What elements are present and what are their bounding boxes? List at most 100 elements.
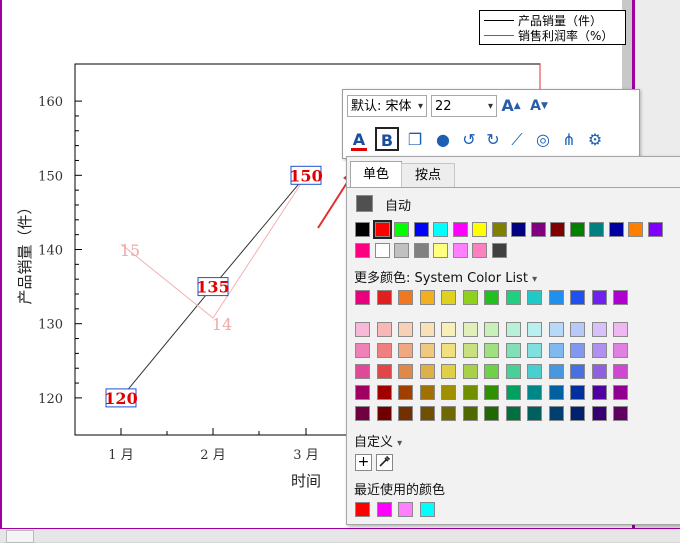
- color-swatch[interactable]: [441, 322, 456, 337]
- color-swatch[interactable]: [591, 322, 607, 337]
- color-swatch[interactable]: [376, 322, 392, 337]
- hide-button[interactable]: ◎: [531, 128, 555, 152]
- color-swatch[interactable]: [548, 385, 564, 400]
- color-swatch[interactable]: [591, 364, 607, 379]
- line-tool-button[interactable]: ⟋: [505, 128, 529, 152]
- color-swatch[interactable]: [548, 406, 564, 421]
- color-swatch[interactable]: [613, 343, 628, 358]
- color-swatch[interactable]: [355, 222, 370, 237]
- color-swatch[interactable]: [413, 222, 429, 237]
- color-swatch[interactable]: [608, 222, 624, 237]
- color-swatch[interactable]: [505, 290, 521, 305]
- fill-color-button[interactable]: ●: [431, 128, 455, 152]
- color-swatch[interactable]: [505, 322, 521, 337]
- color-swatch[interactable]: [484, 406, 499, 421]
- color-swatch[interactable]: [452, 222, 468, 237]
- color-swatch[interactable]: [472, 243, 487, 258]
- color-swatch[interactable]: [441, 406, 456, 421]
- connect-button[interactable]: ⋔: [557, 128, 581, 152]
- color-swatch[interactable]: [530, 222, 546, 237]
- color-swatch[interactable]: [570, 290, 585, 305]
- color-swatch[interactable]: [484, 290, 499, 305]
- color-swatch[interactable]: [394, 222, 409, 237]
- color-swatch[interactable]: [419, 406, 435, 421]
- color-swatch[interactable]: [647, 222, 663, 237]
- color-swatch[interactable]: [376, 290, 392, 305]
- color-swatch[interactable]: [355, 385, 370, 400]
- color-swatch[interactable]: [413, 243, 429, 258]
- color-swatch[interactable]: [484, 343, 499, 358]
- color-swatch[interactable]: [462, 406, 478, 421]
- color-swatch[interactable]: [355, 343, 370, 358]
- color-swatch[interactable]: [355, 290, 370, 305]
- color-swatch[interactable]: [548, 343, 564, 358]
- color-swatch[interactable]: [505, 406, 521, 421]
- auto-color-swatch[interactable]: [356, 195, 373, 212]
- color-swatch[interactable]: [548, 364, 564, 379]
- color-swatch[interactable]: [589, 222, 604, 237]
- color-swatch[interactable]: [505, 385, 521, 400]
- color-swatch[interactable]: [462, 322, 478, 337]
- color-swatch[interactable]: [628, 222, 643, 237]
- color-swatch[interactable]: [613, 406, 628, 421]
- color-swatch[interactable]: [355, 364, 370, 379]
- color-swatch[interactable]: [591, 385, 607, 400]
- more-colors-label[interactable]: 更多颜色: System Color List ▾: [354, 267, 537, 286]
- color-swatch[interactable]: [613, 385, 628, 400]
- color-swatch[interactable]: [570, 343, 585, 358]
- font-color-button[interactable]: A: [347, 128, 371, 152]
- color-swatch[interactable]: [484, 322, 499, 337]
- color-swatch[interactable]: [484, 364, 499, 379]
- color-swatch[interactable]: [484, 385, 499, 400]
- copy-format-button[interactable]: ❐: [403, 128, 427, 152]
- color-swatch[interactable]: [550, 222, 565, 237]
- color-swatch[interactable]: [433, 243, 448, 258]
- color-swatch[interactable]: [462, 364, 478, 379]
- color-swatch[interactable]: [591, 343, 607, 358]
- color-swatch[interactable]: [398, 322, 413, 337]
- color-swatch[interactable]: [613, 322, 628, 337]
- color-swatch[interactable]: [398, 343, 413, 358]
- color-swatch[interactable]: [374, 243, 390, 258]
- chart-legend[interactable]: 产品销量（件） 销售利润率（%）: [479, 10, 626, 45]
- color-swatch[interactable]: [527, 343, 542, 358]
- color-swatch[interactable]: [355, 243, 370, 258]
- color-swatch[interactable]: [441, 385, 456, 400]
- color-swatch[interactable]: [472, 222, 487, 237]
- color-swatch[interactable]: [398, 290, 413, 305]
- color-swatch[interactable]: [569, 222, 585, 237]
- tab-by-point[interactable]: 按点: [401, 163, 455, 188]
- font-size-select[interactable]: 22 ▾: [431, 95, 497, 117]
- color-swatch[interactable]: [419, 290, 435, 305]
- color-swatch[interactable]: [491, 243, 507, 258]
- color-swatch[interactable]: [452, 243, 468, 258]
- color-swatch[interactable]: [527, 290, 542, 305]
- settings-button[interactable]: ⚙: [583, 128, 607, 152]
- color-swatch[interactable]: [570, 322, 585, 337]
- color-swatch[interactable]: [441, 364, 456, 379]
- color-swatch[interactable]: [462, 343, 478, 358]
- color-swatch[interactable]: [441, 290, 456, 305]
- color-swatch[interactable]: [548, 290, 564, 305]
- color-swatch[interactable]: [398, 406, 413, 421]
- color-swatch[interactable]: [570, 406, 585, 421]
- auto-color-label[interactable]: 自动: [385, 195, 411, 214]
- color-swatch[interactable]: [398, 385, 413, 400]
- color-swatch[interactable]: [591, 290, 607, 305]
- rotate-right-button[interactable]: ↻: [481, 128, 505, 152]
- color-swatch[interactable]: [462, 290, 478, 305]
- color-swatch[interactable]: [376, 385, 392, 400]
- color-swatch[interactable]: [548, 322, 564, 337]
- color-swatch[interactable]: [527, 385, 542, 400]
- recent-color-swatch[interactable]: [376, 502, 392, 517]
- color-swatch[interactable]: [505, 343, 521, 358]
- font-select[interactable]: 默认: 宋体 ▾: [347, 95, 427, 117]
- color-swatch[interactable]: [613, 364, 628, 379]
- color-swatch[interactable]: [527, 364, 542, 379]
- color-swatch[interactable]: [376, 364, 392, 379]
- color-swatch[interactable]: [511, 222, 526, 237]
- color-swatch[interactable]: [419, 343, 435, 358]
- decrease-font-button[interactable]: A▼: [527, 94, 551, 118]
- color-swatch[interactable]: [372, 220, 392, 239]
- eyedropper-button[interactable]: [376, 454, 393, 471]
